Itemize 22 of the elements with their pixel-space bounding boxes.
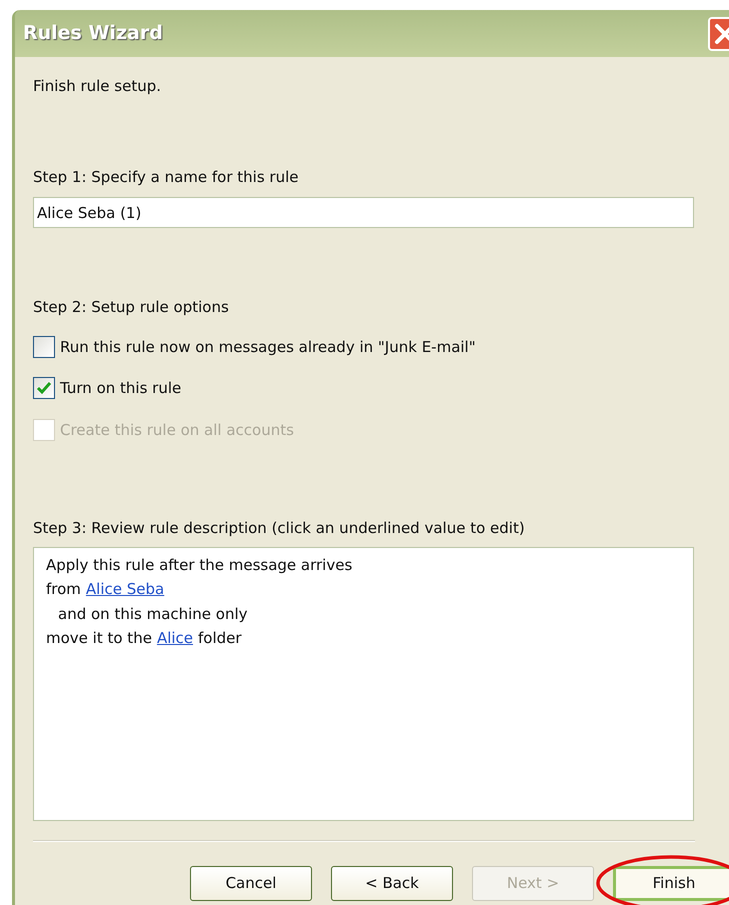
description-text: from <box>46 579 81 600</box>
intro-text: Finish rule setup. <box>33 76 162 97</box>
step3-label: Step 3: Review rule description (click an underlined value to edit) <box>33 518 526 539</box>
dialog-button[interactable]: Cancel <box>190 866 312 900</box>
step2-label: Step 2: Setup rule options <box>33 297 230 318</box>
checkbox[interactable] <box>33 336 55 358</box>
rule-name-field[interactable]: Alice Seba (1) <box>33 197 694 228</box>
dialog-button[interactable]: < Back <box>331 866 453 900</box>
checkbox-label: Create this rule on all accounts <box>60 420 294 440</box>
description-text: folder <box>198 628 242 649</box>
checkbox-label: Run this rule now on messages already in "Junk E-mail" <box>60 336 476 358</box>
description-text: Apply this rule after the message arrives <box>46 554 352 576</box>
description-link[interactable]: Alice <box>156 626 194 650</box>
description-text: and on this machine only <box>58 604 248 624</box>
step1-label: Step 1: Specify a name for this rule <box>33 166 300 188</box>
checkmark-icon <box>36 381 52 396</box>
window-title: Rules Wizard <box>23 21 163 46</box>
description-link[interactable]: Alice Seba <box>86 577 164 602</box>
dialog-button[interactable]: Finish <box>613 866 729 900</box>
checkbox-label: Turn on this rule <box>60 378 182 399</box>
description-text: move it to the <box>46 628 152 649</box>
checkbox[interactable] <box>33 377 55 400</box>
